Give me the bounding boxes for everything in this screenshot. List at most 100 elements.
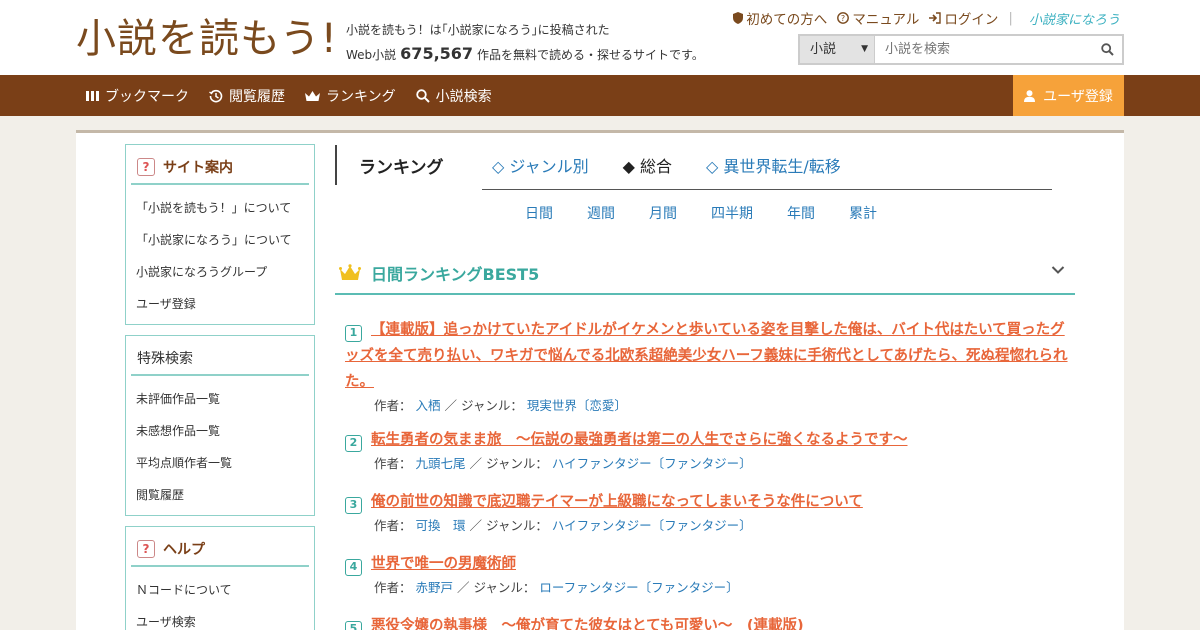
sidebar-item-unrated[interactable]: 未評価作品一覧 xyxy=(136,383,314,415)
nav-search-label: 小説検索 xyxy=(435,88,492,105)
chevron-down-icon xyxy=(1051,266,1065,274)
ranking-title: ランキング xyxy=(359,157,444,178)
sidebar-item-avg-score-authors[interactable]: 平均点順作者一覧 xyxy=(136,447,314,479)
period-quarterly[interactable]: 四半期 xyxy=(711,203,753,223)
sidebar-item-about-narou[interactable]: 「小説家になろう」について xyxy=(136,224,314,256)
special-search-title-text: 特殊検索 xyxy=(137,351,193,367)
author-link[interactable]: 入栖 xyxy=(416,398,441,413)
ranking-entry-meta: 作者： 九頭七尾 ／ ジャンル： ハイファンタジー〔ファンタジー〕 xyxy=(345,453,1075,475)
rank-number-badge: 4 xyxy=(345,558,362,576)
ranking-entry-title[interactable]: 4 世界で唯一の男魔術師 xyxy=(345,551,1075,577)
nav-bookmark-label: ブックマーク xyxy=(105,88,189,105)
nav-history[interactable]: 閲覧履歴 xyxy=(209,86,285,106)
author-link[interactable]: 赤野戸 xyxy=(416,580,454,595)
author-label: 作者： xyxy=(374,456,412,471)
period-weekly[interactable]: 週間 xyxy=(587,203,615,223)
nav-ranking-label: ランキング xyxy=(326,88,396,105)
ranking-entry-1: 1 【連載版】追っかけていたアイドルがイケメンと歩いている姿を目撃した俺は、バイト… xyxy=(345,317,1075,417)
nav-bookmark[interactable]: ブックマーク xyxy=(86,86,189,106)
shield-icon xyxy=(733,12,744,24)
tagline-prefix: Web小説 xyxy=(346,48,397,62)
ranking-entry-4: 4 世界で唯一の男魔術師 作者： 赤野戸 ／ ジャンル： ローファンタジー〔ファン… xyxy=(345,551,1075,599)
site-logo[interactable]: 小説を読もう! xyxy=(76,14,337,64)
nav-search[interactable]: 小説検索 xyxy=(415,86,492,106)
register-button[interactable]: ユーザ登録 xyxy=(1013,75,1124,116)
search-icon xyxy=(1100,43,1114,56)
beginner-link-label: 初めての方へ xyxy=(746,12,828,28)
genre-label: ／ ジャンル： xyxy=(469,456,548,471)
sidebar-item-user-search[interactable]: ユーザ検索 xyxy=(136,606,314,630)
novel-count: 675,567 xyxy=(400,44,474,63)
ranking-entry-title-text: 俺の前世の知識で底辺職テイマーが上級職になってしまいそうな件について xyxy=(371,494,863,510)
genre-link[interactable]: ハイファンタジー〔ファンタジー〕 xyxy=(552,456,752,471)
sidebar-site-guide: ? サイト案内 「小説を読もう！」について 「小説家になろう」について 小説家に… xyxy=(125,144,315,325)
genre-link[interactable]: ローファンタジー〔ファンタジー〕 xyxy=(539,580,738,595)
login-link[interactable]: ログイン xyxy=(929,8,998,28)
help-title: ? ヘルプ xyxy=(131,533,309,567)
genre-label: ／ ジャンル： xyxy=(457,580,536,595)
sidebar-item-ncode[interactable]: Ｎコードについて xyxy=(136,574,314,606)
manual-link[interactable]: ? マニュアル xyxy=(837,8,919,28)
nav-ranking[interactable]: ランキング xyxy=(305,86,396,106)
history-icon xyxy=(209,89,223,102)
author-link[interactable]: 可換 環 xyxy=(416,518,466,533)
tab-isekai[interactable]: ◇ 異世界転生/転移 xyxy=(706,153,841,177)
genre-link[interactable]: 現実世界〔恋愛〕 xyxy=(527,398,627,413)
top-links: 初めての方へ ? マニュアル ログイン | 小説家になろう xyxy=(733,8,1120,28)
site-guide-title: ? サイト案内 xyxy=(131,151,309,185)
rank-number-badge: 3 xyxy=(345,496,362,514)
help-question-icon: ? xyxy=(137,158,155,176)
ranking-entry-title[interactable]: 5 悪役令嬢の執事様 ～俺が育てた彼女はとても可愛い～ (連載版) xyxy=(345,613,1075,630)
tabs-divider xyxy=(482,189,1052,190)
genre-link[interactable]: ハイファンタジー〔ファンタジー〕 xyxy=(552,518,752,533)
help-question-icon: ? xyxy=(137,540,155,558)
ranking-entry-meta: 作者： 可換 環 ／ ジャンル： ハイファンタジー〔ファンタジー〕 xyxy=(345,515,1075,537)
ranking-entry-3: 3 俺の前世の知識で底辺職テイマーが上級職になってしまいそうな件について 作者： … xyxy=(345,489,1075,537)
beginner-link[interactable]: 初めての方へ xyxy=(733,8,827,28)
rank-number-badge: 1 xyxy=(345,324,362,342)
narou-brand-link[interactable]: 小説家になろう xyxy=(1029,9,1120,28)
sidebar-item-user-register[interactable]: ユーザ登録 xyxy=(136,288,314,320)
rank-number-badge: 2 xyxy=(345,434,362,452)
ranking-entry-title-text: 悪役令嬢の執事様 ～俺が育てた彼女はとても可愛い～ (連載版) xyxy=(371,618,804,630)
author-label: 作者： xyxy=(374,580,412,595)
ranking-entry-title-text: 【連載版】追っかけていたアイドルがイケメンと歩いている姿を目撃した俺は、バイト代… xyxy=(345,322,1068,390)
genre-label: ／ ジャンル： xyxy=(469,518,548,533)
bookmark-icon xyxy=(86,91,99,101)
period-total[interactable]: 累計 xyxy=(849,203,877,223)
ranking-header: ランキング xyxy=(335,145,444,185)
daily-best5-header[interactable]: 日間ランキングBEST5 xyxy=(335,253,1075,295)
genre-label: ／ ジャンル： xyxy=(444,398,523,413)
sidebar-item-no-comments[interactable]: 未感想作品一覧 xyxy=(136,415,314,447)
author-link[interactable]: 九頭七尾 xyxy=(416,456,466,471)
tab-genre[interactable]: ◇ ジャンル別 xyxy=(492,153,589,177)
ranking-entry-title-text: 転生勇者の気まま旅 ～伝説の最強勇者は第二の人生でさらに強くなるようです～ xyxy=(371,432,908,448)
period-monthly[interactable]: 月間 xyxy=(649,203,677,223)
ranking-entry-title[interactable]: 2 転生勇者の気まま旅 ～伝説の最強勇者は第二の人生でさらに強くなるようです～ xyxy=(345,427,1075,453)
author-label: 作者： xyxy=(374,398,412,413)
ranking-tabs: ◇ ジャンル別 ◆ 総合 ◇ 異世界転生/転移 xyxy=(492,153,841,177)
main-content: ? サイト案内 「小説を読もう！」について 「小説家になろう」について 小説家に… xyxy=(76,130,1124,630)
chevron-down-icon: ▼ xyxy=(861,44,868,54)
period-daily[interactable]: 日間 xyxy=(525,203,553,223)
search-type-value: 小説 xyxy=(810,42,837,57)
site-guide-title-text: サイト案内 xyxy=(163,160,233,176)
ranking-entry-title[interactable]: 1 【連載版】追っかけていたアイドルがイケメンと歩いている姿を目撃した俺は、バイト… xyxy=(345,317,1075,395)
help-title-text: ヘルプ xyxy=(163,542,205,558)
tagline-suffix: 作品を無料で読める・探せるサイトです。 xyxy=(477,48,704,62)
crown-icon xyxy=(305,90,320,101)
search-type-select[interactable]: 小説 ▼ xyxy=(800,36,875,63)
period-yearly[interactable]: 年間 xyxy=(787,203,815,223)
sidebar-item-history[interactable]: 閲覧履歴 xyxy=(136,479,314,511)
main-nav: ブックマーク 閲覧履歴 ランキング 小説検索 ユーザ登録 xyxy=(0,75,1200,116)
ranking-entry-meta: 作者： 入栖 ／ ジャンル： 現実世界〔恋愛〕 xyxy=(345,395,1075,417)
svg-text:?: ? xyxy=(841,14,845,23)
tab-overall[interactable]: ◆ 総合 xyxy=(623,153,672,177)
search-button[interactable] xyxy=(1092,36,1122,63)
sidebar-item-narou-group[interactable]: 小説家になろうグループ xyxy=(136,256,314,288)
search-input[interactable] xyxy=(875,36,1092,63)
sidebar-help: ? ヘルプ Ｎコードについて ユーザ検索 xyxy=(125,526,315,630)
ranking-entry-title[interactable]: 3 俺の前世の知識で底辺職テイマーが上級職になってしまいそうな件について xyxy=(345,489,1075,515)
special-search-title: 特殊検索 xyxy=(131,342,309,376)
sidebar-item-about-yomou[interactable]: 「小説を読もう！」について xyxy=(136,192,314,224)
